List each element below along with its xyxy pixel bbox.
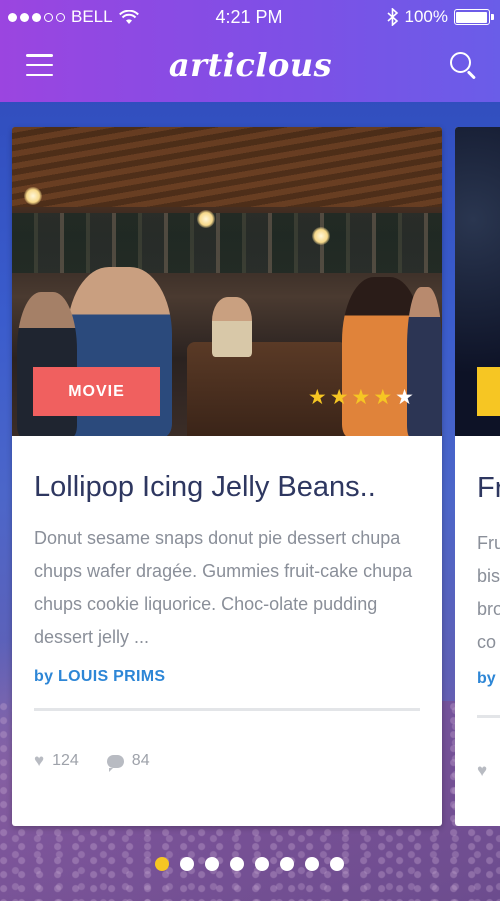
category-tag[interactable]: MOVIE xyxy=(33,367,160,416)
excerpt-line: bro xyxy=(477,599,500,619)
signal-dot xyxy=(8,12,17,22)
bluetooth-icon xyxy=(386,8,398,26)
next-article-author: by xyxy=(477,670,496,687)
article-card[interactable]: MOVIE ★ ★ ★ ★ ★ Lollipop Icing Jelly Beans..… xyxy=(12,127,442,826)
page-dot[interactable] xyxy=(179,857,194,871)
star-icon: ★ xyxy=(307,386,327,409)
page-dot[interactable] xyxy=(154,857,169,871)
page-dot[interactable] xyxy=(329,857,344,871)
article-excerpt: Donut sesame snaps donut pie dessert chu… xyxy=(34,528,413,647)
star-icon: ★ xyxy=(329,386,349,409)
hamburger-menu-icon[interactable] xyxy=(26,54,53,76)
star-icon: ★ xyxy=(351,386,371,409)
signal-dot xyxy=(56,12,65,22)
page-indicator xyxy=(0,857,500,871)
signal-dot xyxy=(44,12,53,22)
lamp-light xyxy=(24,187,42,205)
heart-icon: ♥ xyxy=(34,751,45,770)
article-stats: ♥ 124 84 xyxy=(34,751,420,772)
excerpt-line: co xyxy=(477,632,497,652)
status-bar: BELL 4:21 PM 100% xyxy=(0,0,500,34)
star-icon: ★ xyxy=(373,386,393,409)
image-shelves xyxy=(12,213,442,273)
star-icon: ★ xyxy=(395,386,414,409)
divider xyxy=(477,715,500,718)
search-icon[interactable] xyxy=(448,50,478,80)
nav-bar: articlous xyxy=(0,34,500,102)
excerpt-line: bis xyxy=(477,566,500,586)
next-article-title: Fr xyxy=(477,472,500,504)
battery-percent: 100% xyxy=(404,7,448,26)
signal-dot xyxy=(32,12,41,22)
comment-count: 84 xyxy=(131,752,150,769)
comment-bubble-icon xyxy=(106,754,124,772)
article-title[interactable]: Lollipop Icing Jelly Beans.. xyxy=(34,468,420,506)
divider xyxy=(34,708,420,711)
like-count: 124 xyxy=(52,752,79,769)
battery-icon xyxy=(453,9,494,25)
image-person xyxy=(407,287,442,436)
comment-button[interactable]: 84 xyxy=(106,752,150,772)
next-category-tag xyxy=(477,367,500,416)
article-body: Lollipop Icing Jelly Beans.. Donut sesam… xyxy=(12,436,442,772)
next-article-excerpt: Fru bis bro co xyxy=(477,527,500,659)
heart-icon: ♥ xyxy=(477,761,488,780)
next-article-image xyxy=(455,127,500,436)
signal-strength-icon xyxy=(8,12,65,22)
app-header: BELL 4:21 PM 100% articlous xyxy=(0,0,500,102)
rating-stars: ★ ★ ★ ★ ★ xyxy=(308,385,414,410)
author-name-link[interactable]: LOUIS PRIMS xyxy=(58,668,165,685)
lamp-light xyxy=(197,210,215,228)
app-logo: articlous xyxy=(168,46,333,84)
article-image[interactable]: MOVIE ★ ★ ★ ★ ★ xyxy=(12,127,442,436)
image-person xyxy=(212,297,252,357)
like-button[interactable]: ♥ 124 xyxy=(34,751,79,771)
page-dot[interactable] xyxy=(204,857,219,871)
page-dot[interactable] xyxy=(304,857,319,871)
wifi-icon xyxy=(118,9,139,24)
excerpt-line: Fru xyxy=(477,533,500,553)
lamp-light xyxy=(312,227,330,245)
author-prefix: by xyxy=(34,668,54,685)
carrier-name: BELL xyxy=(71,7,113,26)
page-dot[interactable] xyxy=(279,857,294,871)
article-author: by LOUIS PRIMS xyxy=(34,668,420,686)
next-article-card[interactable]: Fr Fru bis bro co by ♥ xyxy=(455,127,500,826)
page-dot[interactable] xyxy=(254,857,269,871)
page-dot[interactable] xyxy=(229,857,244,871)
image-ceiling xyxy=(12,127,442,207)
clock: 4:21 PM xyxy=(215,6,283,27)
signal-dot xyxy=(20,12,29,22)
